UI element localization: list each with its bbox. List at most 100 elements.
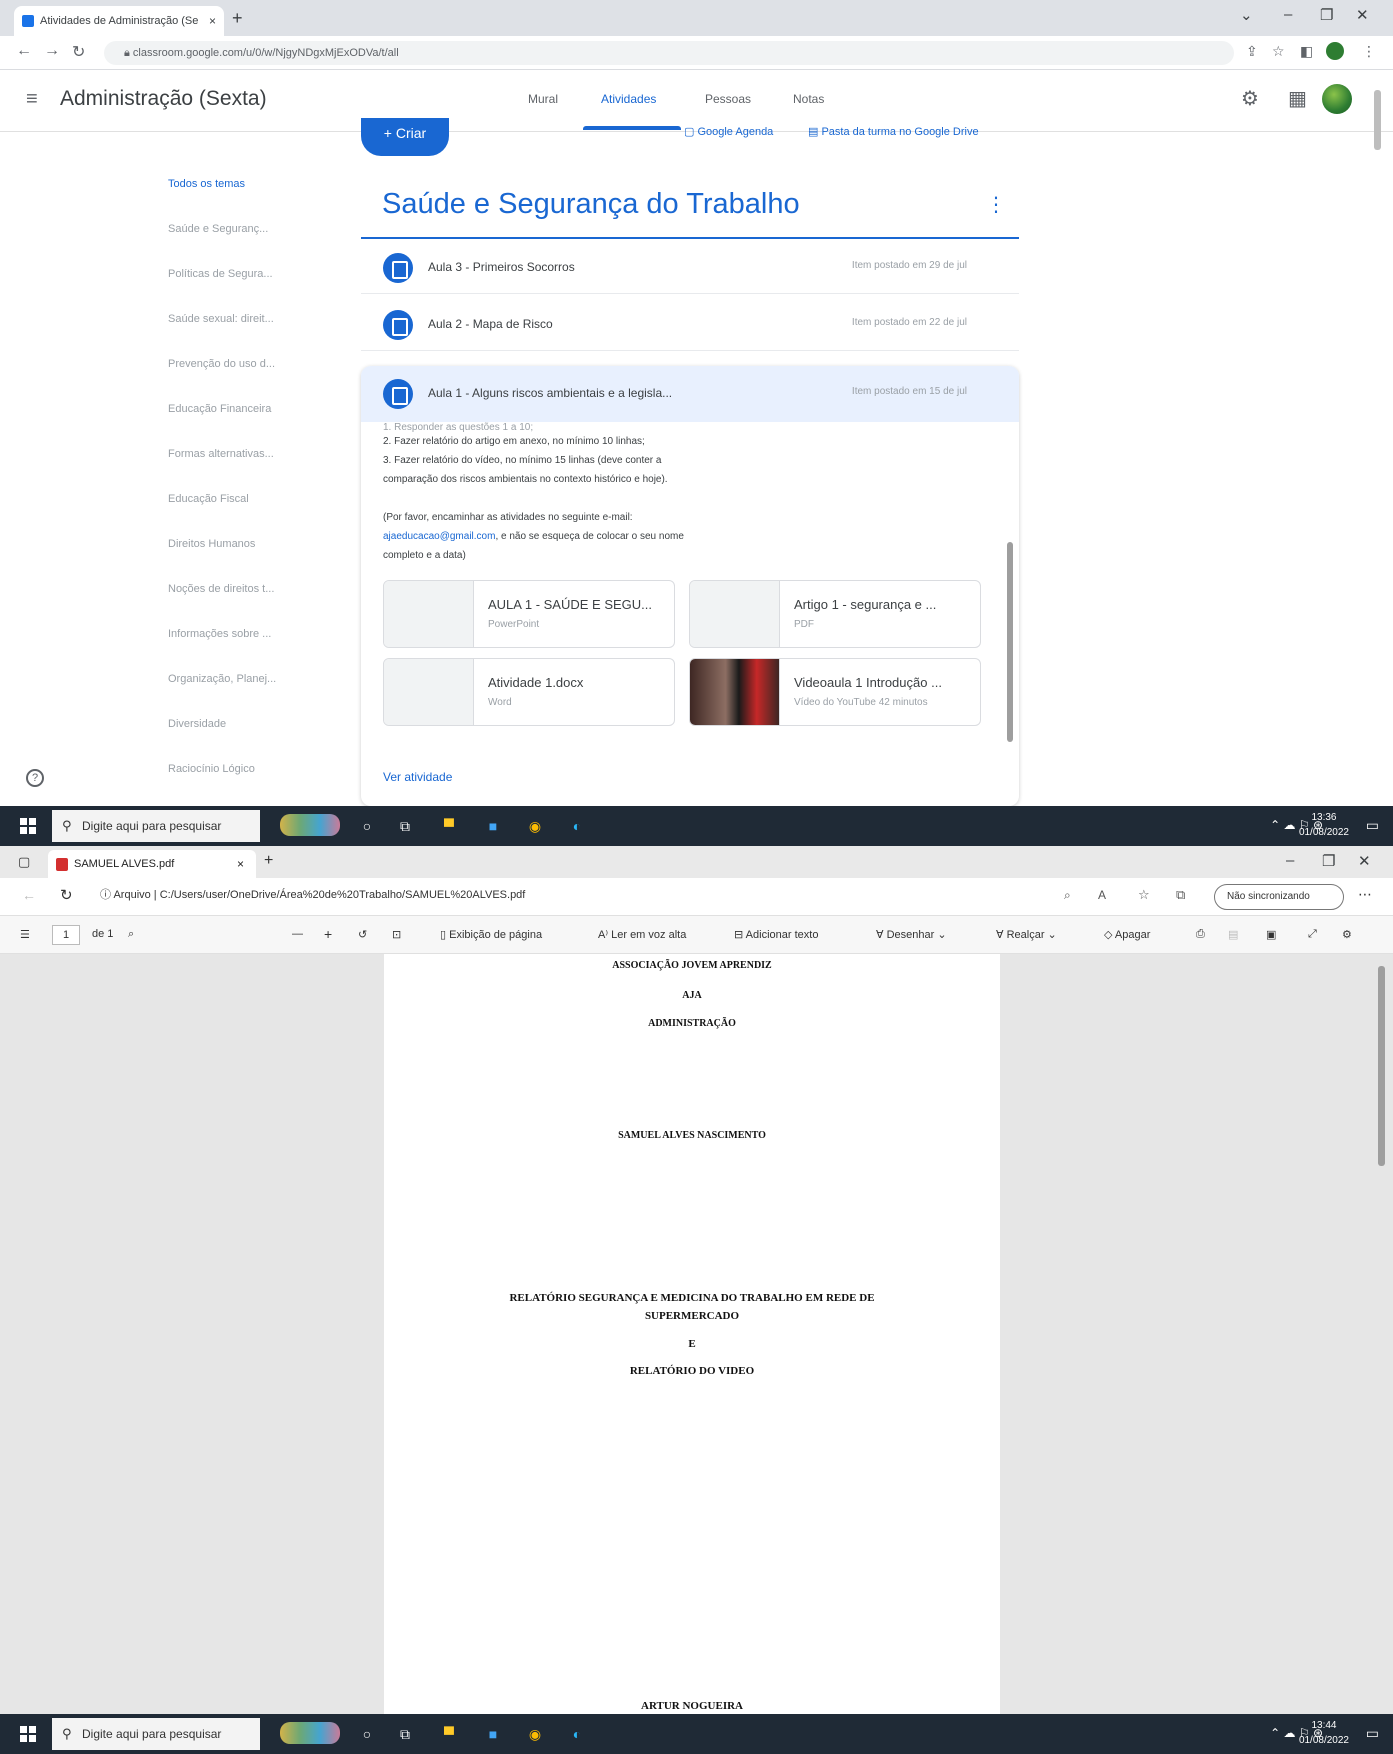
new-tab-button[interactable]: + bbox=[232, 8, 243, 29]
zoom-icon[interactable]: ⌕ bbox=[1064, 888, 1071, 903]
more-options-icon[interactable]: ⋯ bbox=[1358, 886, 1372, 903]
cortana-icon[interactable]: ○ bbox=[356, 816, 378, 836]
cortana-icon[interactable]: ○ bbox=[356, 1724, 378, 1744]
sync-status-button[interactable]: Não sincronizando bbox=[1214, 884, 1344, 910]
back-arrow-icon[interactable]: ← bbox=[22, 887, 36, 903]
pdf-scrollbar[interactable] bbox=[1378, 966, 1385, 1166]
account-avatar[interactable] bbox=[1322, 84, 1352, 114]
url-input[interactable]: 🔒︎ classroom.google.com/u/0/w/NjgyNDgxMj… bbox=[104, 41, 1234, 65]
tab-pessoas[interactable]: Pessoas bbox=[705, 92, 751, 106]
find-icon[interactable]: ⌕ bbox=[128, 928, 134, 941]
taskbar-search[interactable]: ⚲ Digite aqui para pesquisar bbox=[52, 810, 260, 842]
attachment-pdf[interactable]: Artigo 1 - segurança e ... PDF bbox=[689, 580, 981, 648]
taskbar-search[interactable]: ⚲ Digite aqui para pesquisar bbox=[52, 1718, 260, 1750]
page-number-input[interactable]: 1 bbox=[52, 925, 80, 945]
main-menu-icon[interactable]: ≡ bbox=[26, 88, 38, 111]
share-icon[interactable]: ⇪ bbox=[1246, 43, 1258, 60]
favorites-star-icon[interactable]: ☆ bbox=[1138, 887, 1150, 903]
topic-item[interactable]: Educação Financeira bbox=[168, 403, 271, 415]
windows-start-icon[interactable] bbox=[20, 818, 36, 834]
file-explorer-icon[interactable]: ▀ bbox=[438, 816, 460, 836]
topic-item[interactable]: Organização, Planej... bbox=[168, 673, 276, 685]
topic-item[interactable]: Informações sobre ... bbox=[168, 628, 271, 640]
topic-item[interactable]: Prevenção do uso d... bbox=[168, 358, 275, 370]
forward-arrow-icon[interactable]: → bbox=[44, 42, 60, 60]
topic-item[interactable]: Diversidade bbox=[168, 718, 226, 730]
bookmark-star-icon[interactable]: ☆ bbox=[1272, 43, 1285, 60]
collections-icon[interactable]: ⧉ bbox=[1176, 887, 1185, 903]
page-view-button[interactable]: ▯ Exibição de página bbox=[440, 928, 542, 941]
notifications-icon[interactable]: ▭ bbox=[1366, 817, 1379, 834]
read-aloud-button[interactable]: A⁾ Ler em voz alta bbox=[598, 928, 686, 941]
tab-mural[interactable]: Mural bbox=[528, 92, 558, 106]
attachment-word[interactable]: Atividade 1.docx Word bbox=[383, 658, 675, 726]
profile-avatar[interactable] bbox=[1326, 42, 1344, 60]
close-window-button[interactable]: ✕ bbox=[1356, 6, 1369, 24]
close-window-button[interactable]: ✕ bbox=[1358, 852, 1371, 870]
minimize-button[interactable]: – bbox=[1286, 852, 1294, 869]
attachment-youtube[interactable]: Videoaula 1 Introdução ... Vídeo do YouT… bbox=[689, 658, 981, 726]
tab-notas[interactable]: Notas bbox=[793, 92, 824, 106]
description-scrollbar[interactable] bbox=[1007, 542, 1013, 742]
contents-icon[interactable]: ☰ bbox=[20, 928, 30, 941]
notifications-icon[interactable]: ▭ bbox=[1366, 1725, 1379, 1742]
tab-close-button[interactable]: × bbox=[237, 850, 244, 878]
save-icon[interactable]: ▤ bbox=[1228, 928, 1238, 941]
topic-item[interactable]: Formas alternativas... bbox=[168, 448, 274, 460]
print-icon[interactable]: ⎙ bbox=[1196, 928, 1205, 941]
list-item[interactable]: Aula 3 - Primeiros Socorros Item postado… bbox=[361, 240, 1019, 294]
topic-all[interactable]: Todos os temas bbox=[168, 178, 245, 190]
drive-folder-link[interactable]: ▤ Pasta da turma no Google Drive bbox=[808, 125, 979, 138]
side-panel-icon[interactable]: ◧ bbox=[1300, 43, 1313, 60]
edge-icon[interactable]: ◐ bbox=[566, 816, 588, 836]
browser-tab-classroom[interactable]: Atividades de Administração (Se × bbox=[14, 6, 224, 36]
reload-icon[interactable]: ↻ bbox=[72, 42, 85, 62]
topic-more-icon[interactable]: ⋮ bbox=[986, 192, 1006, 217]
help-icon[interactable]: ? bbox=[26, 769, 44, 787]
edge-icon[interactable]: ◐ bbox=[566, 1724, 588, 1744]
restore-button[interactable]: ❐ bbox=[1322, 852, 1335, 870]
list-item[interactable]: Aula 2 - Mapa de Risco Item postado em 2… bbox=[361, 297, 1019, 351]
topic-item[interactable]: Direitos Humanos bbox=[168, 538, 255, 550]
store-icon[interactable]: ■ bbox=[482, 816, 504, 836]
topic-item[interactable]: Políticas de Segura... bbox=[168, 268, 273, 280]
pdf-settings-icon[interactable]: ⚙ bbox=[1342, 928, 1352, 941]
calendar-link[interactable]: ▢ Google Agenda bbox=[684, 125, 773, 138]
minimize-button[interactable]: – bbox=[1284, 6, 1292, 23]
tab-search-chevron-icon[interactable]: ⌄ bbox=[1240, 6, 1253, 24]
highlight-button[interactable]: ∀ Realçar ⌄ bbox=[996, 928, 1057, 941]
page-scrollbar[interactable] bbox=[1374, 90, 1381, 150]
topic-item[interactable]: Educação Fiscal bbox=[168, 493, 249, 505]
view-activity-link[interactable]: Ver atividade bbox=[383, 770, 452, 784]
rotate-icon[interactable]: ↺ bbox=[358, 928, 367, 941]
attachment-powerpoint[interactable]: AULA 1 - SAÚDE E SEGU... PowerPoint bbox=[383, 580, 675, 648]
browser-tab-pdf[interactable]: SAMUEL ALVES.pdf × bbox=[48, 850, 256, 878]
windows-start-icon[interactable] bbox=[20, 1726, 36, 1742]
read-aloud-icon[interactable]: A bbox=[1098, 888, 1106, 902]
chrome-menu-icon[interactable]: ⋮ bbox=[1362, 43, 1376, 60]
taskbar-clock[interactable]: 13:36 01/08/2022 bbox=[1299, 810, 1349, 840]
tab-actions-icon[interactable]: ▢ bbox=[18, 854, 30, 870]
new-tab-button[interactable]: + bbox=[264, 852, 273, 870]
create-button[interactable]: + Criar bbox=[361, 118, 449, 156]
class-title[interactable]: Administração (Sexta) bbox=[60, 87, 267, 111]
zoom-out-button[interactable]: — bbox=[292, 928, 303, 940]
topic-item[interactable]: Raciocínio Lógico bbox=[168, 763, 255, 775]
fullscreen-icon[interactable]: ⤢ bbox=[1308, 928, 1317, 941]
apps-grid-icon[interactable]: ▦ bbox=[1288, 86, 1307, 111]
zoom-in-button[interactable]: + bbox=[324, 926, 332, 942]
tab-atividades[interactable]: Atividades bbox=[601, 92, 656, 106]
tab-close-button[interactable]: × bbox=[209, 14, 216, 28]
task-view-icon[interactable]: ⧉ bbox=[394, 816, 416, 836]
taskbar-clock[interactable]: 13:44 01/08/2022 bbox=[1299, 1718, 1349, 1748]
settings-gear-icon[interactable]: ⚙ bbox=[1241, 86, 1259, 111]
reload-icon[interactable]: ↻ bbox=[60, 886, 73, 904]
highlight-dropdown-chevron-icon[interactable]: ⌄ bbox=[1045, 929, 1057, 941]
fit-page-icon[interactable]: ⊡ bbox=[392, 928, 401, 941]
chrome-icon[interactable]: ◉ bbox=[524, 1724, 546, 1744]
store-icon[interactable]: ■ bbox=[482, 1724, 504, 1744]
erase-button[interactable]: ◇ Apagar bbox=[1104, 928, 1150, 941]
chrome-icon[interactable]: ◉ bbox=[524, 816, 546, 836]
add-text-button[interactable]: ⊟ Adicionar texto bbox=[734, 928, 818, 941]
email-link[interactable]: ajaeducacao@gmail.com bbox=[383, 531, 495, 542]
